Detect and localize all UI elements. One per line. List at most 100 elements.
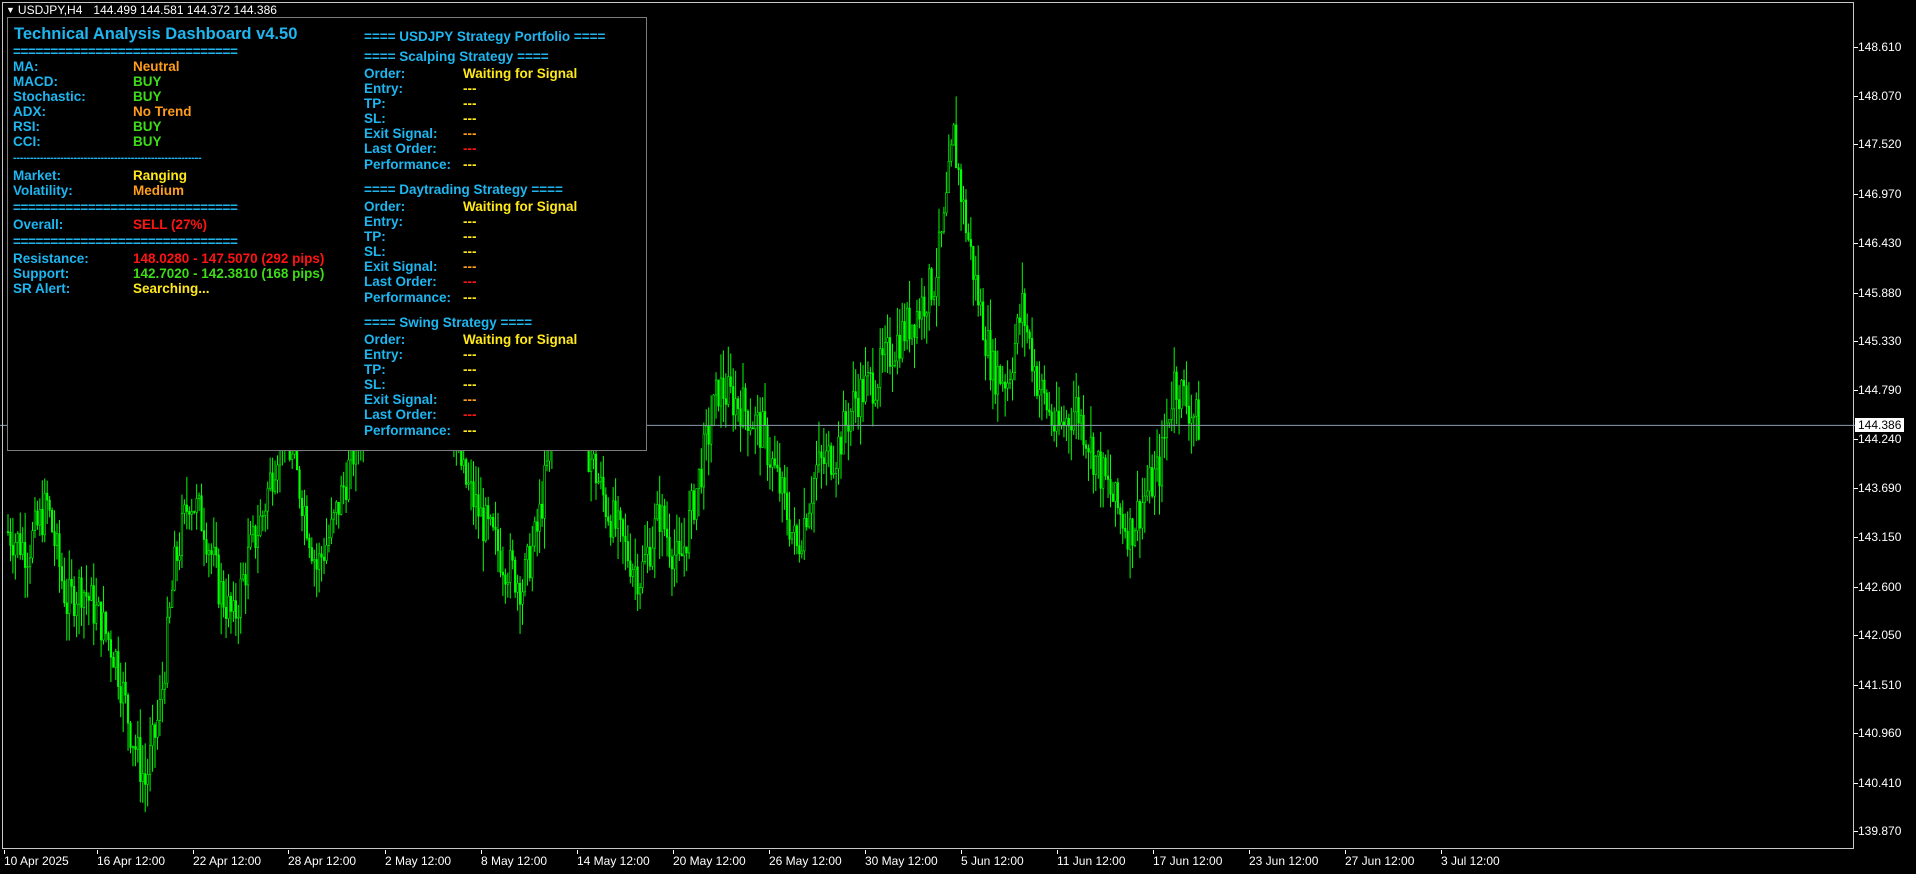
sr-alert-label: SR Alert: (13, 281, 71, 296)
candle-body (506, 581, 509, 585)
candle (803, 487, 806, 560)
candle (1028, 329, 1031, 350)
candle (1026, 313, 1029, 344)
candle (702, 422, 705, 510)
candle-body (837, 436, 840, 469)
candle (70, 559, 73, 604)
candle-body (21, 542, 24, 556)
candle (141, 745, 144, 803)
candle (26, 552, 29, 598)
candle-body (952, 124, 955, 146)
candle (935, 247, 938, 327)
candle-body (876, 387, 879, 401)
candle (1153, 450, 1156, 516)
candle (16, 531, 19, 559)
candle-body (1126, 530, 1129, 550)
candle-body (597, 481, 600, 484)
candle (712, 394, 715, 427)
candle (229, 592, 233, 634)
candle-body (298, 469, 301, 499)
candle (254, 524, 257, 559)
candle-body (496, 529, 500, 552)
candle-body (790, 532, 794, 540)
candle (261, 510, 264, 532)
price-tick: 140.410 (1853, 776, 1902, 790)
candle (942, 206, 945, 235)
candle-body (1160, 437, 1164, 487)
candle-body (736, 398, 740, 410)
candle-body (977, 275, 980, 306)
candle (1018, 303, 1021, 335)
candle-body (540, 503, 544, 519)
symbol-label: USDJPY,H4 (17, 3, 83, 17)
candle (344, 462, 348, 514)
candle-body (1143, 495, 1146, 504)
candle (969, 217, 972, 261)
support-label: Support: (13, 266, 70, 281)
indicator-value-adx: No Trend (133, 104, 192, 119)
candle (90, 577, 93, 602)
candle (259, 499, 262, 538)
dropdown-triangle-icon[interactable]: ▼ (6, 5, 15, 15)
candle (685, 546, 688, 572)
candle-body (100, 601, 103, 641)
candle (269, 457, 272, 492)
candle-body (612, 500, 615, 538)
candle (604, 487, 607, 529)
candle-body (1129, 518, 1132, 550)
candle-body (244, 574, 247, 586)
candle (722, 350, 725, 423)
indicator-value-stochastic: BUY (133, 89, 162, 104)
candle-body (531, 545, 534, 579)
candle (303, 489, 306, 546)
candle (315, 543, 318, 598)
candle-body (665, 528, 669, 538)
candle-body (87, 596, 90, 601)
candle (771, 451, 774, 492)
candle-body (759, 412, 762, 448)
separator: ============================== (13, 200, 238, 215)
candle (168, 602, 171, 624)
candle-body (1109, 479, 1112, 495)
candle (621, 517, 625, 564)
candle (869, 367, 872, 396)
candle (222, 570, 225, 618)
candle-body (974, 275, 977, 280)
candle-body (883, 342, 887, 356)
candle (759, 397, 762, 476)
candle (1067, 413, 1070, 454)
strategy-title-swing: ==== Swing Strategy ==== (364, 315, 533, 330)
candle-body (212, 546, 215, 555)
time-axis[interactable]: 10 Apr 2025 16 Apr 12:00 22 Apr 12:00 28… (0, 850, 1855, 874)
candle-body (937, 231, 941, 278)
candle (220, 562, 223, 635)
candle (661, 493, 664, 557)
candle-body (1011, 372, 1014, 381)
candle-body (224, 607, 228, 619)
candle (202, 507, 206, 567)
price-axis[interactable]: 148.610 148.070 147.520 146.970 146.430 … (1853, 0, 1916, 874)
candle-body (981, 301, 985, 341)
candle-body (599, 476, 602, 483)
candle-body (717, 379, 720, 407)
candle (906, 302, 909, 350)
candle-body (276, 464, 279, 481)
candle (847, 402, 850, 461)
candle-body (879, 348, 882, 388)
candle-body (935, 277, 938, 297)
price-tick: 144.240 (1853, 432, 1902, 446)
swing-last-order-label: Last Order: (364, 407, 437, 422)
candle-body (9, 531, 12, 546)
candle-body (229, 596, 233, 612)
overall-value: SELL (27%) (133, 217, 208, 232)
candle-body (73, 585, 76, 617)
candle-body (1163, 437, 1166, 439)
candle-body (335, 501, 338, 513)
swing-tp-label: TP: (364, 362, 386, 377)
candle (178, 532, 181, 571)
candle (952, 123, 955, 146)
candle (1102, 452, 1105, 508)
candle-body (871, 372, 874, 404)
candle-body (95, 604, 98, 624)
symbol-header: ▼ USDJPY,H4 144.499 144.581 144.372 144.… (6, 3, 277, 17)
